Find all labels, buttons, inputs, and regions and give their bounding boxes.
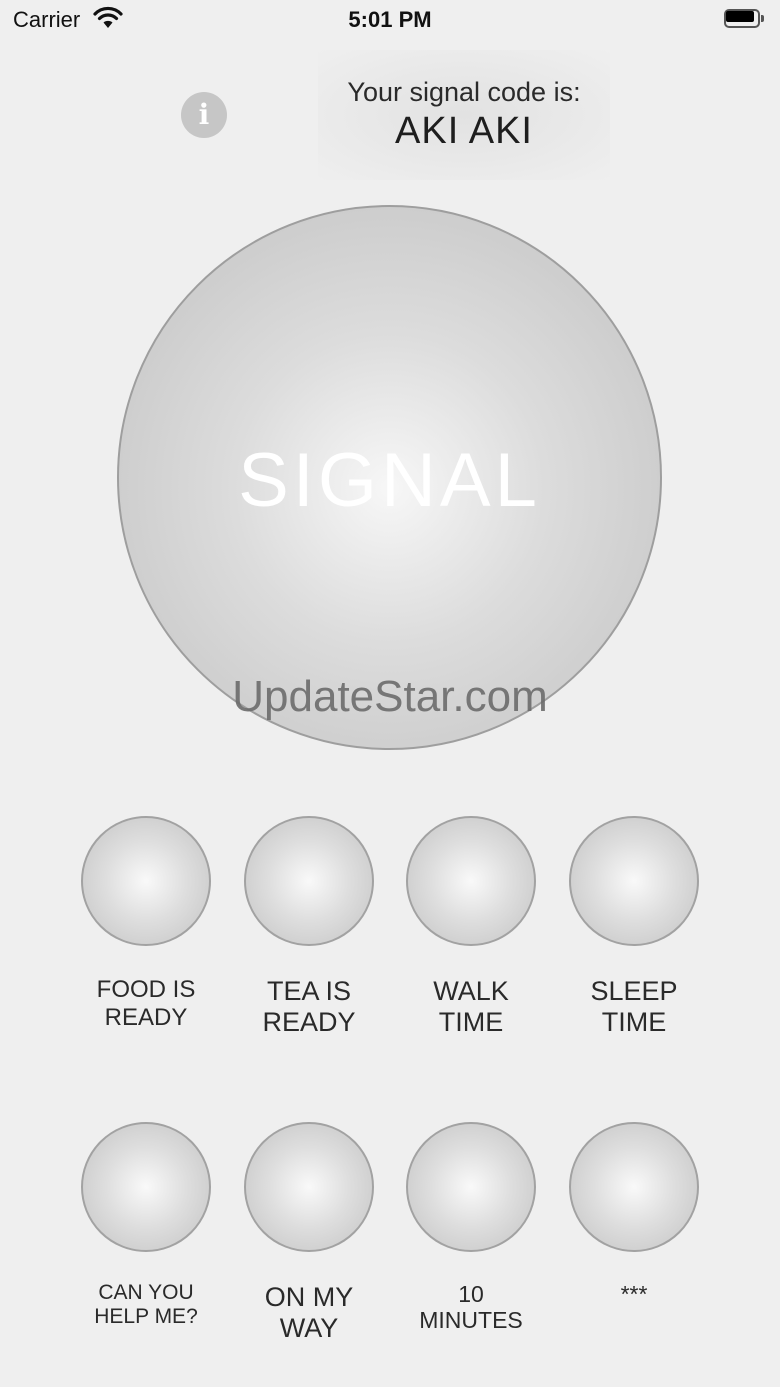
signal-button-label: SIGNAL [238, 438, 541, 523]
battery-icon [724, 9, 764, 28]
walk-time-label: WALK TIME [433, 976, 509, 1038]
signal-code-value: AKI AKI [395, 110, 533, 152]
on-my-way-label: ON MY WAY [264, 1282, 354, 1344]
signal-code-label: Your signal code is: [347, 77, 581, 107]
sleep-time-button[interactable] [569, 816, 699, 946]
signal-button[interactable]: SIGNAL [117, 205, 662, 750]
status-bar: Carrier 5:01 PM [0, 0, 780, 40]
watermark: UpdateStar.com [232, 672, 548, 721]
food-is-ready-label: FOOD IS READY [96, 976, 196, 1031]
custom-signal-button[interactable] [569, 1122, 699, 1252]
sleep-time-label: SLEEP TIME [590, 976, 678, 1038]
ten-minutes-button[interactable] [406, 1122, 536, 1252]
custom-signal-label: *** [620, 1281, 648, 1307]
ten-minutes-label: 10 MINUTES [419, 1281, 523, 1334]
info-button[interactable]: i [181, 92, 227, 138]
walk-time-button[interactable] [406, 816, 536, 946]
food-is-ready-button[interactable] [81, 816, 211, 946]
tea-is-ready-label: TEA IS READY [262, 976, 356, 1038]
tea-is-ready-button[interactable] [244, 816, 374, 946]
can-you-help-me-button[interactable] [81, 1122, 211, 1252]
info-icon: i [198, 98, 210, 131]
can-you-help-me-label: CAN YOU HELP ME? [94, 1281, 198, 1329]
on-my-way-button[interactable] [244, 1122, 374, 1252]
status-time: 5:01 PM [348, 7, 432, 32]
signal-code-panel: Your signal code is: AKI AKI [318, 50, 610, 180]
